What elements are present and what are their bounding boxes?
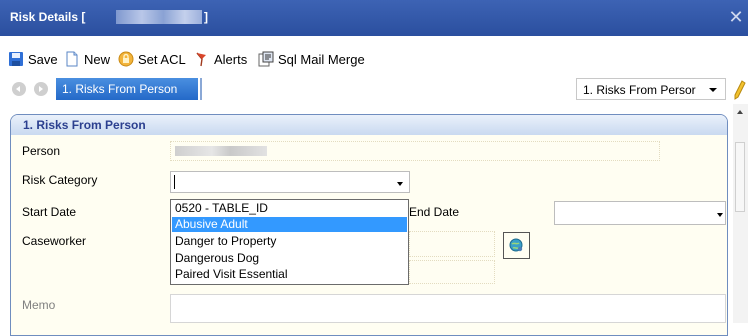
alert-flag-icon [196,52,206,67]
chevron-down-icon [709,88,717,92]
caseworker-label: Caseworker [22,234,87,248]
window-title-end: ] [204,10,208,24]
tab-divider [200,78,202,100]
panel-title: 1. Risks From Person [23,118,146,132]
caseworker-field[interactable] [409,231,495,257]
forward-icon[interactable] [34,82,48,96]
toolbar: Save New Set ACL Alerts Sql Mail Merge [0,44,748,72]
sql-mail-merge-button[interactable]: Sql Mail Merge [258,50,365,68]
memo-field[interactable] [170,294,726,323]
panel-header: 1. Risks From Person [11,115,727,135]
person-field [170,141,660,161]
pencil-icon[interactable] [732,80,746,100]
risk-category-select[interactable] [170,171,410,193]
tab-risks-from-person[interactable]: 1. Risks From Person [56,78,198,100]
dropdown-option-selected[interactable]: Abusive Adult [172,217,407,232]
dropdown-option[interactable]: Danger to Property [172,234,407,249]
scroll-up-icon[interactable] [737,110,743,114]
risk-category-dropdown-list: 0520 - TABLE_ID Abusive Adult Danger to … [170,199,409,285]
section-selector-value: 1. Risks From Persor [583,83,696,97]
new-label: New [84,51,111,67]
start-date-label: Start Date [22,205,77,219]
scrollbar-thumb[interactable] [735,142,745,212]
mail-merge-icon [258,51,274,67]
person-label: Person [22,144,61,158]
chevron-down-icon [717,213,723,217]
dropdown-option[interactable]: Paired Visit Essential [172,267,407,282]
globe-search-icon [509,238,523,252]
end-date-field[interactable] [554,201,726,225]
memo-label: Memo [22,298,56,312]
dropdown-option[interactable]: 0520 - TABLE_ID [172,201,407,216]
title-bar: Risk Details [ ] ✕ [0,0,748,36]
risk-category-label: Risk Category [22,173,98,187]
caseworker-search-button[interactable] [503,232,530,259]
save-label: Save [28,51,58,67]
save-button[interactable]: Save [8,50,58,68]
vertical-scrollbar[interactable] [733,104,748,323]
new-button[interactable]: New [64,50,110,68]
redacted-person-name [175,146,267,156]
new-document-icon [66,51,78,67]
window-title: Risk Details [ [10,10,86,24]
close-icon[interactable]: ✕ [726,8,746,26]
set-acl-button[interactable]: Set ACL [118,50,186,68]
lock-icon [118,51,134,67]
caseworker-team-field [409,260,495,284]
alerts-label: Alerts [214,51,248,67]
set-acl-label: Set ACL [138,51,186,67]
chevron-down-icon [397,182,403,186]
redacted-record-name [116,10,202,24]
end-date-label: End Date [409,205,460,219]
dropdown-option[interactable]: Dangerous Dog [172,251,407,266]
save-icon [9,52,23,66]
back-icon[interactable] [12,82,26,96]
sql-mail-merge-label: Sql Mail Merge [278,51,365,67]
text-cursor [174,175,175,189]
section-selector[interactable]: 1. Risks From Persor [576,78,726,100]
alerts-button[interactable]: Alerts [194,50,247,68]
